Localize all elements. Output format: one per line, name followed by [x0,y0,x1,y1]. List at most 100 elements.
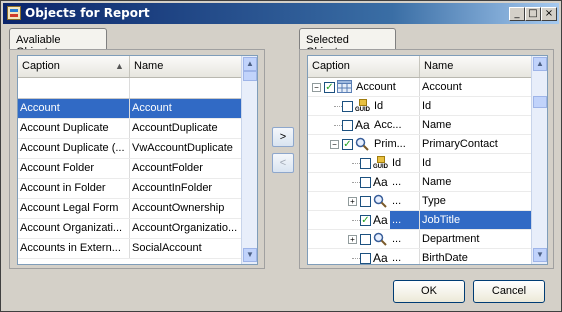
tree-cell-caption: Id [372,97,420,115]
selected-tree-scrollbar[interactable]: ▲ ▼ [531,56,547,264]
tree-cell-name: BirthDate [420,249,533,264]
cell-caption: Account Folder [18,159,130,178]
tree-row[interactable]: GUID Id Id [308,97,533,116]
minimize-button[interactable]: _ [509,7,525,21]
maximize-button[interactable]: □ [525,7,541,21]
cell-name: AccountInFolder [130,179,243,198]
title-bar[interactable]: Objects for Report _ □ × [3,3,559,24]
tree-row[interactable]: − ✓ Prim... PrimaryContact [308,135,533,154]
tree-cell-caption: Acc... [372,116,420,134]
column-header-caption[interactable]: Caption ▲ [18,56,130,77]
tree-cell-caption: Account [354,78,420,96]
selected-tree-header: Caption Name [308,56,533,78]
text-icon-label: Aa [373,175,388,189]
key-icon [359,99,367,106]
tree-scroll-down-arrow-icon[interactable]: ▼ [533,248,547,262]
text-icon-label: Aa [373,213,388,227]
object-checkbox[interactable] [360,234,371,245]
object-checkbox[interactable] [360,177,371,188]
tree-column-header-name[interactable]: Name [420,56,533,77]
expand-icon[interactable]: + [348,197,357,206]
available-grid-header: Caption ▲ Name [18,56,243,78]
expand-icon[interactable]: + [348,235,357,244]
scroll-down-arrow-icon[interactable]: ▼ [243,248,257,262]
object-checkbox[interactable] [342,101,353,112]
tree-row[interactable]: ✓ Aa... JobTitle [308,211,533,230]
filter-cell-caption[interactable] [18,78,130,98]
table-row[interactable]: Account Organizati... AccountOrganizatio.… [18,219,243,239]
tree-cell-name: Type [420,192,533,210]
tree-cell-name: JobTitle [420,211,533,229]
tree-connector-line [352,182,360,183]
guid-icon-label: GUID [355,107,370,113]
tree-cell-caption: ... [390,211,420,229]
tree-column-header-caption[interactable]: Caption [308,56,420,77]
tree-cell-name: Department [420,230,533,248]
cancel-button[interactable]: Cancel [473,280,545,303]
collapse-icon[interactable]: − [312,83,321,92]
table-row[interactable]: Account in Folder AccountInFolder [18,179,243,199]
filter-cell-name[interactable] [130,78,243,98]
table-icon [337,80,353,94]
object-checkbox[interactable]: ✓ [360,215,371,226]
cell-name: VwAccountDuplicate [130,139,243,158]
collapse-icon[interactable]: − [330,140,339,149]
scroll-thumb[interactable] [243,71,257,81]
table-row[interactable]: Accounts in Extern... SocialAccount [18,239,243,259]
tree-connector-line [352,163,360,164]
tree-row[interactable]: +... Department [308,230,533,249]
close-button[interactable]: × [541,7,557,21]
column-caption-label: Caption [22,60,60,72]
column-header-name[interactable]: Name [130,56,243,77]
object-checkbox[interactable] [360,158,371,169]
tree-cell-name: Id [420,97,533,115]
tree-scroll-thumb[interactable] [533,96,547,108]
guid-icon-label: GUID [373,164,388,170]
ok-button[interactable]: OK [393,280,465,303]
selected-objects-tree: Caption Name − ✓ Account Account GUID Id Id Aa A… [307,55,548,265]
lookup-icon [373,194,389,208]
guid-icon: GUID [373,156,389,170]
cell-name: AccountFolder [130,159,243,178]
object-checkbox[interactable]: ✓ [324,82,335,93]
table-row[interactable]: Account Duplicate AccountDuplicate [18,119,243,139]
tree-cell-caption: ... [390,230,420,248]
tree-row[interactable]: Aa... BirthDate [308,249,533,264]
lookup-icon [355,137,371,151]
tab-selected-objects[interactable]: Selected Objects [299,28,396,58]
cell-name: AccountOrganizatio... [130,219,243,238]
available-grid-scrollbar[interactable]: ▲ ▼ [241,56,257,264]
object-checkbox[interactable] [360,253,371,264]
tree-connector-line [334,106,342,107]
tree-row[interactable]: Aa Acc... Name [308,116,533,135]
tree-row[interactable]: GUID Id Id [308,154,533,173]
scroll-up-arrow-icon[interactable]: ▲ [243,57,257,71]
cell-caption: Accounts in Extern... [18,239,130,258]
sort-ascending-icon: ▲ [115,61,124,71]
table-row[interactable]: Account Legal Form AccountOwnership [18,199,243,219]
tree-row[interactable]: +... Type [308,192,533,211]
object-checkbox[interactable] [360,196,371,207]
tree-scroll-up-arrow-icon[interactable]: ▲ [533,57,547,71]
cell-caption: Account Duplicate (... [18,139,130,158]
add-object-button[interactable]: > [272,127,294,147]
tree-connector-line [334,125,342,126]
tree-connector-line [352,258,360,259]
filter-row[interactable] [18,78,243,99]
object-checkbox[interactable] [342,120,353,131]
available-objects-grid: Caption ▲ Name Account Account Account Dup… [17,55,258,265]
tree-cell-caption: ... [390,192,420,210]
tree-cell-caption: ... [390,249,420,264]
cell-caption: Account [18,99,130,118]
object-checkbox[interactable]: ✓ [342,139,353,150]
tree-row[interactable]: − ✓ Account Account [308,78,533,97]
table-row[interactable]: Account Account [18,99,243,119]
tree-row[interactable]: Aa... Name [308,173,533,192]
remove-object-button[interactable]: < [272,153,294,173]
table-row[interactable]: Account Duplicate (... VwAccountDuplicate [18,139,243,159]
window-title: Objects for Report [25,6,150,20]
tab-available-objects[interactable]: Avaliable Objects [9,28,107,58]
cell-name: Account [130,99,243,118]
cell-name: AccountOwnership [130,199,243,218]
table-row[interactable]: Account Folder AccountFolder [18,159,243,179]
